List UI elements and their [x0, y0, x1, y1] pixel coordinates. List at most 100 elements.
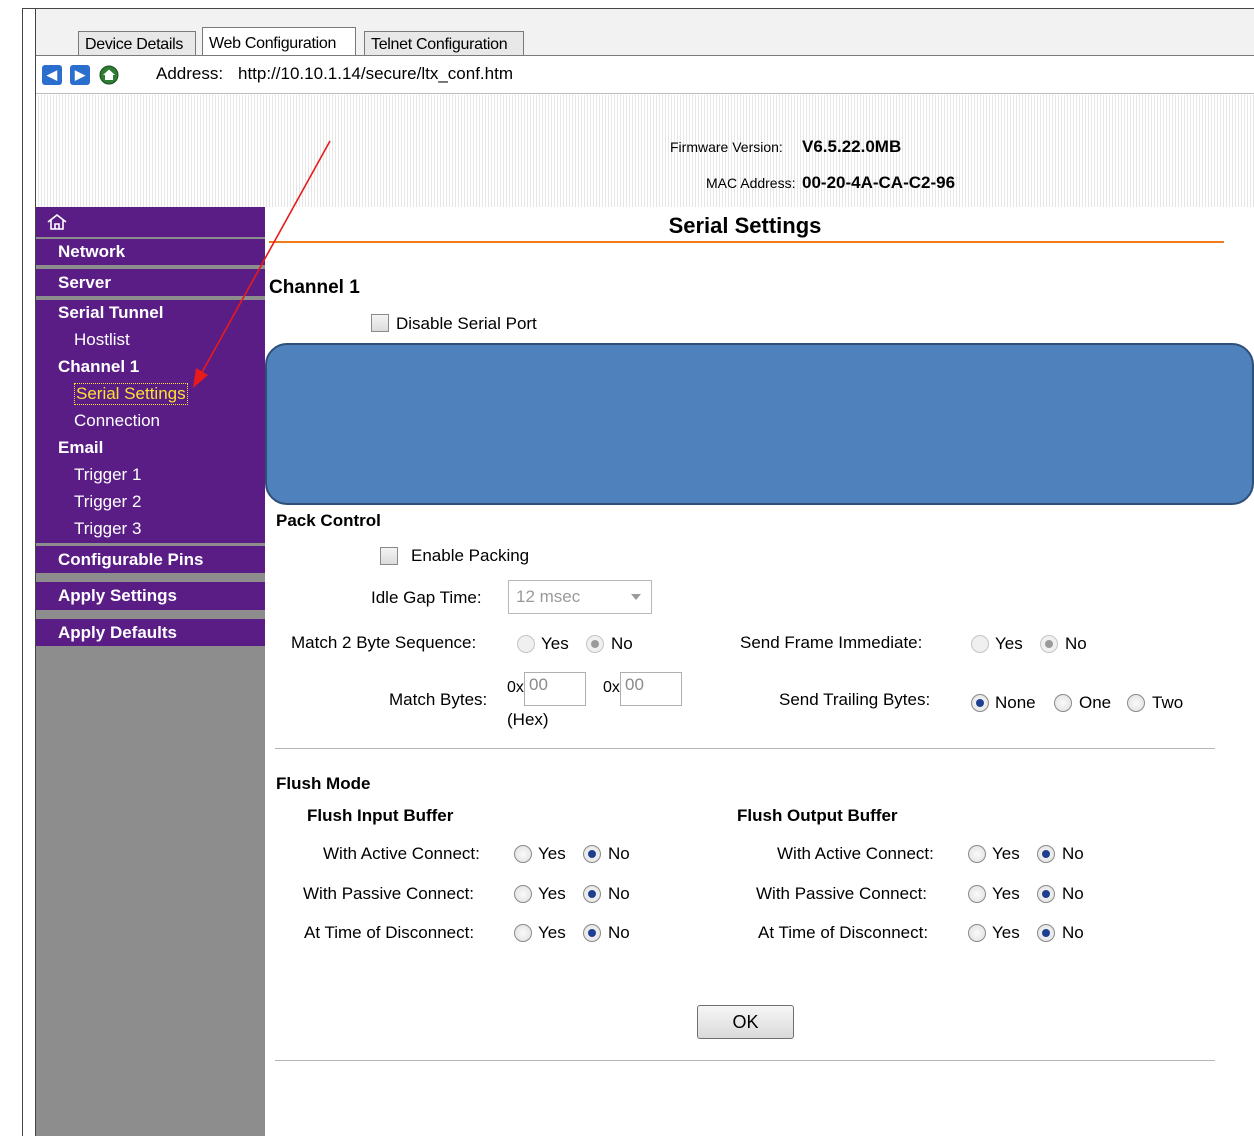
in-disconnect-no-radio[interactable]	[583, 924, 601, 942]
device-header: Firmware Version: V6.5.22.0MB MAC Addres…	[36, 95, 1254, 207]
trailing-one-label: One	[1079, 693, 1112, 712]
in-passive-no-radio[interactable]	[583, 885, 601, 903]
address-label: Address:	[156, 64, 224, 83]
channel-heading: Channel 1	[269, 277, 360, 298]
in-disconnect-label: At Time of Disconnect:	[304, 923, 475, 942]
send-frame-no-label: No	[1065, 634, 1087, 653]
in-disconnect-no-label: No	[608, 923, 630, 942]
sidebar-item-serial-settings[interactable]: Serial Settings	[74, 383, 188, 405]
idle-gap-select[interactable]: 12 msec	[508, 580, 652, 614]
sidebar-item-server[interactable]: Server	[36, 269, 265, 296]
main-content: Serial Settings Channel 1 Disable Serial…	[265, 207, 1254, 1136]
sidebar-group-serial: Serial Tunnel Hostlist Channel 1 Serial …	[36, 300, 265, 543]
trailing-bytes-label: Send Trailing Bytes:	[779, 690, 931, 709]
sidebar-item-trigger2[interactable]: Trigger 2	[74, 492, 141, 512]
flush-input-heading: Flush Input Buffer	[307, 806, 454, 825]
in-active-label: With Active Connect:	[323, 844, 480, 863]
address-url[interactable]: http://10.10.1.14/secure/ltx_conf.htm	[238, 64, 513, 84]
disable-serial-port-checkbox[interactable]	[371, 314, 389, 332]
in-passive-yes-radio[interactable]	[514, 885, 532, 903]
idle-gap-label: Idle Gap Time:	[371, 588, 482, 607]
trailing-two-radio[interactable]	[1127, 694, 1145, 712]
out-passive-no-radio[interactable]	[1037, 885, 1055, 903]
match-byte-2-value: 00	[625, 675, 644, 694]
section-divider	[275, 748, 1215, 749]
sidebar-item-label: Server	[58, 273, 111, 292]
sidebar-item-apply-settings[interactable]: Apply Settings	[36, 582, 265, 610]
tab-bar: Device Details Web Configuration Telnet …	[36, 9, 1254, 61]
match2-no-label: No	[611, 634, 633, 653]
out-disconnect-no-label: No	[1062, 923, 1084, 942]
out-active-no-radio[interactable]	[1037, 845, 1055, 863]
redacted-region	[265, 343, 1254, 505]
page-title: Serial Settings	[668, 213, 822, 238]
out-disconnect-label: At Time of Disconnect:	[758, 923, 929, 942]
out-passive-no-label: No	[1062, 884, 1084, 903]
address-bar: ◀ ▶ Address: http://10.10.1.14/secure/lt…	[36, 56, 1254, 94]
sidebar-item-label: Apply Defaults	[58, 623, 178, 642]
match2-yes-radio[interactable]	[517, 635, 535, 653]
mac-address-value: 00-20-4A-CA-C2-96	[802, 173, 956, 192]
out-passive-yes-radio[interactable]	[968, 885, 986, 903]
in-disconnect-yes-label: Yes	[538, 923, 566, 942]
out-active-yes-radio[interactable]	[968, 845, 986, 863]
flush-mode-heading: Flush Mode	[276, 774, 371, 793]
firmware-version-value: V6.5.22.0MB	[802, 137, 902, 156]
in-active-no-radio[interactable]	[583, 845, 601, 863]
match2-no-radio[interactable]	[586, 635, 604, 653]
sidebar-home[interactable]	[36, 207, 265, 237]
trailing-none-radio[interactable]	[971, 694, 989, 712]
hex-prefix-2: 0x	[603, 679, 620, 696]
sidebar-item-label: Configurable Pins	[58, 550, 204, 569]
sidebar-item-serial-tunnel[interactable]: Serial Tunnel	[58, 303, 164, 323]
sidebar: Network Server Serial Tunnel Hostlist Ch…	[36, 207, 265, 1136]
match2-yes-label: Yes	[541, 634, 569, 653]
out-disconnect-yes-radio[interactable]	[968, 924, 986, 942]
ok-button[interactable]: OK	[697, 1005, 794, 1039]
out-passive-label: With Passive Connect:	[756, 884, 928, 903]
in-active-yes-radio[interactable]	[514, 845, 532, 863]
match-byte-1-input[interactable]: 00	[524, 672, 586, 706]
sidebar-item-network[interactable]: Network	[36, 239, 265, 265]
in-passive-label: With Passive Connect:	[303, 884, 475, 903]
enable-packing-checkbox[interactable]	[380, 547, 398, 565]
flush-output-heading: Flush Output Buffer	[737, 806, 898, 825]
home-icon[interactable]	[99, 65, 119, 85]
out-active-label: With Active Connect:	[777, 844, 934, 863]
in-active-yes-label: Yes	[538, 844, 566, 863]
out-disconnect-no-radio[interactable]	[1037, 924, 1055, 942]
pack-control-heading: Pack Control	[276, 511, 381, 530]
send-frame-yes-radio[interactable]	[971, 635, 989, 653]
match2-label: Match 2 Byte Sequence:	[291, 633, 477, 652]
sidebar-item-configurable-pins[interactable]: Configurable Pins	[36, 546, 265, 573]
sidebar-item-trigger1[interactable]: Trigger 1	[74, 465, 141, 485]
trailing-two-label: Two	[1152, 693, 1184, 712]
in-active-no-label: No	[608, 844, 630, 863]
out-passive-yes-label: Yes	[992, 884, 1020, 903]
out-disconnect-yes-label: Yes	[992, 923, 1020, 942]
hex-prefix-1: 0x	[507, 679, 524, 696]
sidebar-item-trigger3[interactable]: Trigger 3	[74, 519, 141, 539]
sidebar-item-connection[interactable]: Connection	[74, 411, 160, 431]
idle-gap-value: 12 msec	[516, 587, 581, 606]
sidebar-item-apply-defaults[interactable]: Apply Defaults	[36, 619, 265, 646]
hex-note: (Hex)	[507, 710, 549, 729]
home-outline-icon[interactable]	[46, 213, 68, 231]
sidebar-item-channel1[interactable]: Channel 1	[58, 357, 139, 377]
in-disconnect-yes-radio[interactable]	[514, 924, 532, 942]
bottom-divider	[275, 1060, 1215, 1061]
enable-packing-label: Enable Packing	[411, 546, 530, 565]
back-arrow-icon[interactable]: ◀	[42, 65, 62, 85]
frame-border-left-outer	[22, 8, 23, 1136]
sidebar-item-hostlist[interactable]: Hostlist	[74, 330, 130, 350]
disable-serial-port-label: Disable Serial Port	[396, 314, 537, 333]
trailing-one-radio[interactable]	[1054, 694, 1072, 712]
sidebar-item-label: Network	[58, 242, 126, 261]
send-frame-no-radio[interactable]	[1040, 635, 1058, 653]
match-bytes-label: Match Bytes:	[389, 690, 488, 709]
sidebar-item-email[interactable]: Email	[58, 438, 103, 458]
title-divider	[269, 241, 1224, 243]
forward-arrow-icon[interactable]: ▶	[70, 65, 90, 85]
match-byte-2-input[interactable]: 00	[620, 672, 682, 706]
window-frame: Device Details Web Configuration Telnet …	[0, 0, 1254, 1136]
